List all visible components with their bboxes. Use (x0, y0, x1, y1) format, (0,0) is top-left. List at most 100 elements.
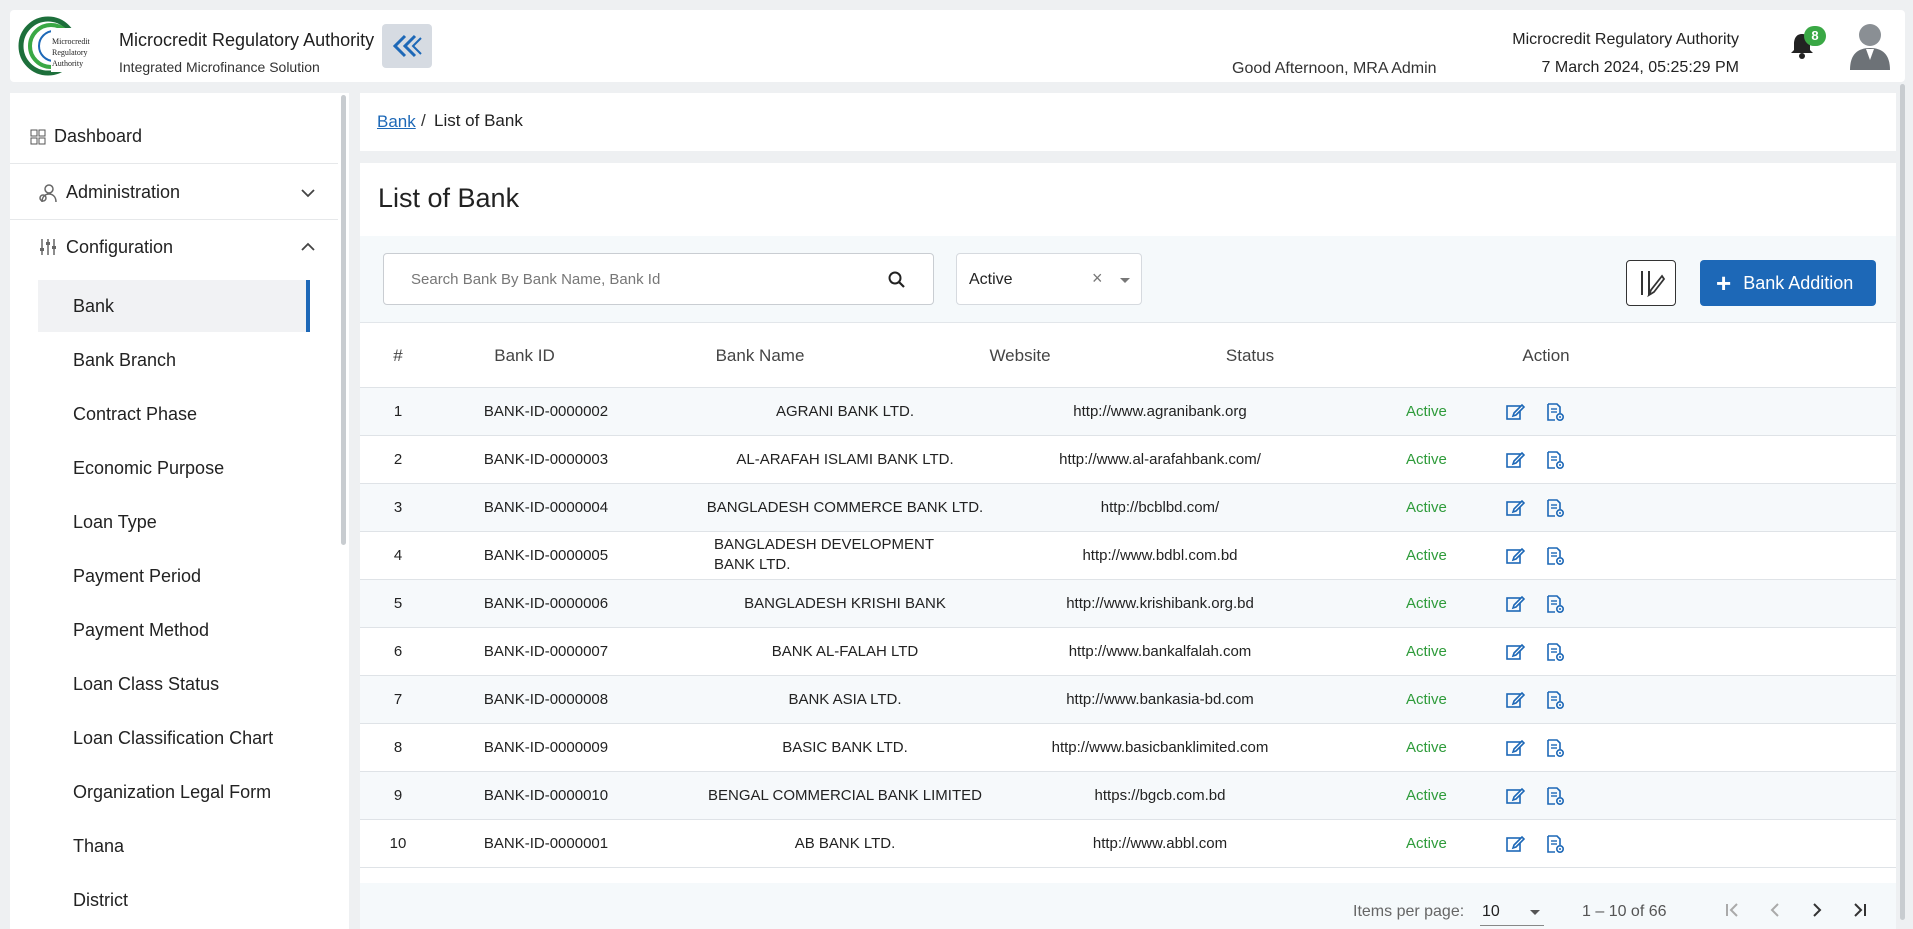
sidebar-scrollbar[interactable] (339, 93, 348, 545)
first-page-button[interactable] (1720, 897, 1746, 923)
mra-logo: Microcredit Regulatory Authority (18, 16, 101, 76)
cell-website: http://www.bankalfalah.com (1068, 643, 1252, 660)
svg-text:Microcredit: Microcredit (52, 37, 91, 46)
edit-icon[interactable] (1505, 546, 1526, 566)
page-range-label: 1 – 10 of 66 (1582, 903, 1667, 920)
view-details-icon[interactable] (1545, 738, 1565, 758)
cell-website: https://bgcb.com.bd (1094, 787, 1226, 804)
col-header-action: Action (1522, 346, 1570, 365)
sidebar-subitem-loan-classification-chart[interactable]: Loan Classification Chart (38, 712, 310, 764)
cell-bank-name: BANGLADESH COMMERCE BANK LTD. (706, 499, 984, 516)
cell-bank-id: BANK-ID-0000006 (483, 595, 609, 612)
search-field[interactable] (383, 253, 934, 305)
edit-icon[interactable] (1505, 834, 1526, 854)
sidebar-subitem-district[interactable]: District (38, 874, 310, 926)
breadcrumb-separator: / (421, 111, 426, 130)
col-header-website: Website (989, 346, 1051, 365)
last-page-button[interactable] (1846, 897, 1872, 923)
sidebar-subitem-contract-phase[interactable]: Contract Phase (38, 388, 310, 440)
cell-bank-name: BENGAL COMMERCIAL BANK LIMITED (708, 787, 982, 804)
bank-addition-button[interactable]: + Bank Addition (1700, 260, 1876, 306)
table-row: 2 BANK-ID-0000003 AL-ARAFAH ISLAMI BANK LT… (360, 436, 1896, 484)
sidebar-subitem-loan-class-status[interactable]: Loan Class Status (38, 658, 310, 710)
cell-website: http://www.krishibank.org.bd (1066, 595, 1254, 612)
items-per-page-select[interactable]: 10 (1480, 898, 1544, 926)
cell-bank-id: BANK-ID-0000008 (483, 691, 609, 708)
sidebar-subitem-thana[interactable]: Thana (38, 820, 310, 872)
header-org-name: Microcredit Regulatory Authority (1512, 31, 1739, 48)
user-avatar-icon[interactable] (1848, 20, 1892, 70)
edit-icon[interactable] (1505, 690, 1526, 710)
breadcrumb: Bank / List of Bank (360, 93, 1896, 151)
next-page-button[interactable] (1804, 897, 1830, 923)
table-row: 7 BANK-ID-0000008 BANK ASIA LTD. http://www… (360, 676, 1896, 724)
bank-list-card: List of Bank Active × + Bank Addition (360, 163, 1896, 929)
sidebar-item-label: Configuration (66, 236, 174, 257)
double-chevron-left-icon (392, 34, 422, 58)
view-details-icon[interactable] (1545, 498, 1565, 518)
edit-icon[interactable] (1505, 738, 1526, 758)
clear-filter-icon[interactable]: × (1092, 268, 1103, 289)
cell-status: Active (1406, 403, 1447, 420)
sidebar-item-configuration[interactable]: Configuration (10, 220, 338, 274)
cell-bank-name: BASIC BANK LTD. (782, 739, 908, 756)
sidebar-subitem-payment-period[interactable]: Payment Period (38, 550, 310, 602)
sidebar-subitem-bank[interactable]: Bank (38, 280, 310, 332)
cell-bank-name: BANGLADESH DEVELOPMENT BANK LTD. (714, 536, 934, 573)
cell-bank-name: BANK ASIA LTD. (788, 691, 902, 708)
plus-icon: + (1716, 268, 1732, 298)
edit-icon[interactable] (1505, 786, 1526, 806)
collapse-sidebar-button[interactable] (382, 24, 432, 68)
first-page-icon (1726, 903, 1738, 917)
search-input[interactable] (385, 255, 855, 303)
view-details-icon[interactable] (1545, 690, 1565, 710)
sidebar-subitem-bank-branch[interactable]: Bank Branch (38, 334, 310, 386)
column-edit-icon (1641, 271, 1666, 298)
edit-icon[interactable] (1505, 402, 1526, 422)
cell-website: http://www.agranibank.org (1073, 403, 1247, 420)
app-org-name: Microcredit Regulatory Authority (119, 30, 375, 50)
sidebar-subitem-economic-purpose[interactable]: Economic Purpose (38, 442, 310, 494)
previous-page-button[interactable] (1762, 897, 1788, 923)
breadcrumb-current: List of Bank (434, 111, 523, 130)
column-settings-button[interactable] (1626, 260, 1676, 306)
sidebar-subitem-organization-legal-form[interactable]: Organization Legal Form (38, 766, 310, 818)
cell-status: Active (1406, 643, 1447, 660)
view-details-icon[interactable] (1545, 402, 1565, 422)
cell-number: 8 (393, 739, 403, 756)
table-row: 6 BANK-ID-0000007 BANK AL-FALAH LTD http://… (360, 628, 1896, 676)
sidebar-item-administration[interactable]: Administration (10, 166, 338, 220)
edit-icon[interactable] (1505, 594, 1526, 614)
cell-bank-id: BANK-ID-0000010 (483, 787, 609, 804)
edit-icon[interactable] (1505, 498, 1526, 518)
view-details-icon[interactable] (1545, 834, 1565, 854)
view-details-icon[interactable] (1545, 786, 1565, 806)
sidebar-item-dashboard[interactable]: Dashboard (10, 110, 338, 164)
dropdown-caret-icon (1120, 278, 1130, 283)
cell-number: 9 (393, 787, 403, 804)
main-scrollbar[interactable] (1898, 82, 1906, 920)
view-details-icon[interactable] (1545, 546, 1565, 566)
cell-bank-name: BANGLADESH KRISHI BANK (744, 595, 946, 612)
notification-count-badge: 8 (1804, 26, 1826, 46)
cell-bank-name: BANK AL-FALAH LTD (771, 643, 919, 660)
cell-number: 5 (393, 595, 403, 612)
bank-table: # Bank ID Bank Name Website Status Actio… (360, 324, 1896, 868)
edit-icon[interactable] (1505, 642, 1526, 662)
search-icon[interactable] (887, 270, 907, 290)
cell-bank-id: BANK-ID-0000009 (483, 739, 609, 756)
sidebar-subitem-loan-type[interactable]: Loan Type (38, 496, 310, 548)
status-filter-select[interactable]: Active × (956, 253, 1142, 305)
svg-text:Regulatory: Regulatory (52, 48, 88, 57)
view-details-icon[interactable] (1545, 450, 1565, 470)
cell-bank-id: BANK-ID-0000004 (483, 499, 609, 516)
cell-status: Active (1406, 499, 1447, 516)
edit-icon[interactable] (1505, 450, 1526, 470)
admin-users-icon (38, 183, 58, 203)
view-details-icon[interactable] (1545, 594, 1565, 614)
view-details-icon[interactable] (1545, 642, 1565, 662)
sidebar-subitem-payment-method[interactable]: Payment Method (38, 604, 310, 656)
breadcrumb-link-bank[interactable]: Bank (377, 112, 416, 132)
bank-addition-label: Bank Addition (1743, 272, 1854, 293)
cell-bank-id: BANK-ID-0000007 (483, 643, 609, 660)
